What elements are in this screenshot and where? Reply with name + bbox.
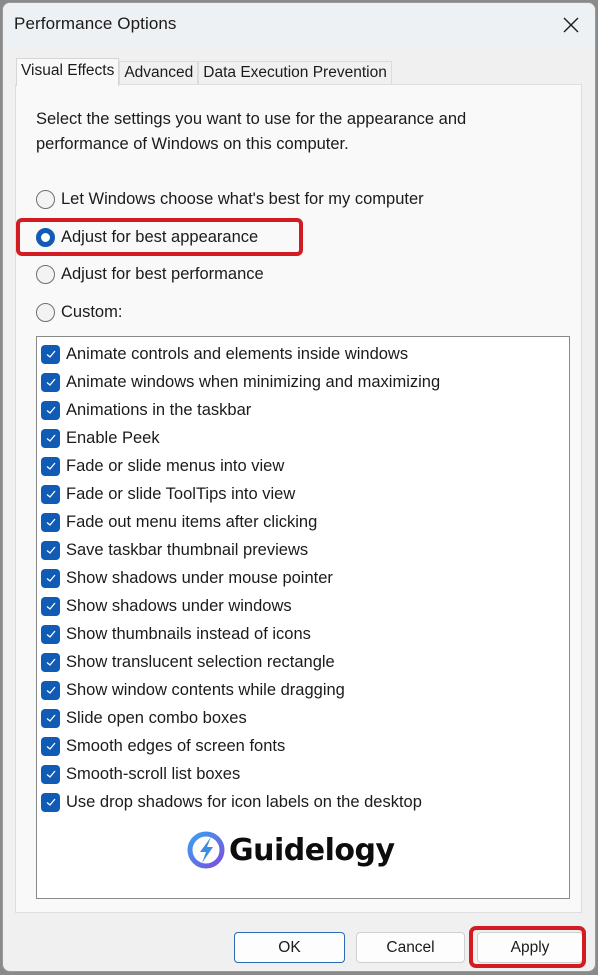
setting-label: Save taskbar thumbnail previews <box>66 540 309 559</box>
setting-label: Fade or slide ToolTips into view <box>66 484 296 503</box>
setting-label: Animate windows when minimizing and maxi… <box>66 372 441 391</box>
setting-label: Show thumbnails instead of icons <box>66 624 311 643</box>
checkbox[interactable] <box>41 624 60 644</box>
checkmark-icon <box>46 518 55 526</box>
setting-label: Show shadows under mouse pointer <box>66 568 333 587</box>
tab-strip: Visual Effects Advanced Data Execution P… <box>16 58 392 86</box>
radio-label: Let Windows choose what's best for my co… <box>61 189 424 208</box>
setting-label: Show window contents while dragging <box>66 680 345 699</box>
ok-button[interactable]: OK <box>234 932 345 963</box>
setting-checkbox-row[interactable]: Use drop shadows for icon labels on the … <box>41 788 569 816</box>
setting-label: Show shadows under windows <box>66 596 292 615</box>
checkbox[interactable] <box>41 792 60 812</box>
checkmark-icon <box>46 378 55 386</box>
setting-checkbox-row[interactable]: Enable Peek <box>41 424 569 452</box>
checkmark-icon <box>46 630 55 638</box>
checkmark-icon <box>46 434 55 442</box>
radio-button-selected[interactable] <box>36 227 55 247</box>
checkmark-icon <box>46 686 55 694</box>
setting-checkbox-row[interactable]: Smooth-scroll list boxes <box>41 760 569 788</box>
dialog-title: Performance Options <box>14 14 177 33</box>
checkmark-icon <box>46 714 55 722</box>
setting-checkbox-row[interactable]: Show thumbnails instead of icons <box>41 620 569 648</box>
setting-checkbox-row[interactable]: Show translucent selection rectangle <box>41 648 569 676</box>
checkmark-icon <box>46 350 55 358</box>
setting-label: Smooth edges of screen fonts <box>66 736 286 755</box>
setting-checkbox-row[interactable]: Fade or slide menus into view <box>41 452 569 480</box>
checkmark-icon <box>46 770 55 778</box>
setting-checkbox-row[interactable]: Save taskbar thumbnail previews <box>41 536 569 564</box>
checkbox[interactable] <box>41 568 60 588</box>
setting-checkbox-row[interactable]: Fade or slide ToolTips into view <box>41 480 569 508</box>
checkbox[interactable] <box>41 652 60 672</box>
close-button[interactable] <box>555 9 587 41</box>
checkmark-icon <box>46 546 55 554</box>
setting-checkbox-row[interactable]: Show shadows under mouse pointer <box>41 564 569 592</box>
radio-best-performance[interactable]: Adjust for best performance <box>36 261 264 287</box>
checkbox[interactable] <box>41 764 60 784</box>
checkbox[interactable] <box>41 680 60 700</box>
checkbox[interactable] <box>41 428 60 448</box>
radio-label: Custom: <box>61 302 123 321</box>
close-icon <box>563 17 579 33</box>
setting-checkbox-row[interactable]: Show window contents while dragging <box>41 676 569 704</box>
checkbox[interactable] <box>41 708 60 728</box>
setting-label: Show translucent selection rectangle <box>66 652 335 671</box>
setting-label: Fade or slide menus into view <box>66 456 285 475</box>
setting-checkbox-row[interactable]: Smooth edges of screen fonts <box>41 732 569 760</box>
setting-label: Use drop shadows for icon labels on the … <box>66 792 422 811</box>
checkmark-icon <box>46 574 55 582</box>
checkmark-icon <box>46 462 55 470</box>
checkmark-icon <box>46 658 55 666</box>
description-text: Select the settings you want to use for … <box>36 110 467 153</box>
radio-button[interactable] <box>36 264 55 284</box>
performance-options-dialog: Performance Options Visual Effects Advan… <box>2 2 596 972</box>
title-bar: Performance Options <box>3 3 595 48</box>
tab-visual-effects[interactable]: Visual Effects <box>16 58 120 86</box>
setting-label: Smooth-scroll list boxes <box>66 764 241 783</box>
checkbox[interactable] <box>41 372 60 392</box>
setting-label: Enable Peek <box>66 428 160 447</box>
tab-data-execution-prevention[interactable]: Data Execution Prevention <box>198 61 392 86</box>
setting-label: Slide open combo boxes <box>66 708 247 727</box>
checkbox[interactable] <box>41 400 60 420</box>
setting-checkbox-row[interactable]: Show shadows under windows <box>41 592 569 620</box>
checkmark-icon <box>46 742 55 750</box>
visual-effects-panel: Select the settings you want to use for … <box>15 84 582 913</box>
tab-advanced[interactable]: Advanced <box>119 61 199 86</box>
watermark-logo: Guidelogy <box>187 831 395 869</box>
checkbox[interactable] <box>41 540 60 560</box>
setting-checkbox-row[interactable]: Animate windows when minimizing and maxi… <box>41 368 569 396</box>
apply-button[interactable]: Apply <box>477 932 583 963</box>
checkbox[interactable] <box>41 512 60 532</box>
checkbox[interactable] <box>41 456 60 476</box>
checkbox[interactable] <box>41 596 60 616</box>
watermark-text: Guidelogy <box>229 832 395 868</box>
radio-custom[interactable]: Custom: <box>36 299 122 325</box>
radio-label: Adjust for best appearance <box>61 227 259 246</box>
radio-best-appearance[interactable]: Adjust for best appearance <box>36 224 258 250</box>
settings-items: Animate controls and elements inside win… <box>41 340 569 816</box>
setting-checkbox-row[interactable]: Animations in the taskbar <box>41 396 569 424</box>
checkbox[interactable] <box>41 344 60 364</box>
checkmark-icon <box>46 490 55 498</box>
setting-checkbox-row[interactable]: Animate controls and elements inside win… <box>41 340 569 368</box>
checkmark-icon <box>46 602 55 610</box>
setting-label: Animate controls and elements inside win… <box>66 344 409 363</box>
setting-checkbox-row[interactable]: Slide open combo boxes <box>41 704 569 732</box>
radio-let-windows-choose[interactable]: Let Windows choose what's best for my co… <box>36 186 424 212</box>
checkmark-icon <box>46 406 55 414</box>
visual-effects-settings-list[interactable]: Animate controls and elements inside win… <box>36 336 570 899</box>
setting-checkbox-row[interactable]: Fade out menu items after clicking <box>41 508 569 536</box>
checkbox[interactable] <box>41 736 60 756</box>
radio-button[interactable] <box>36 189 55 209</box>
setting-label: Animations in the taskbar <box>66 400 252 419</box>
setting-label: Fade out menu items after clicking <box>66 512 318 531</box>
radio-button[interactable] <box>36 302 55 322</box>
checkmark-icon <box>46 798 55 806</box>
checkbox[interactable] <box>41 484 60 504</box>
cancel-button[interactable]: Cancel <box>356 932 465 963</box>
radio-label: Adjust for best performance <box>61 264 264 283</box>
lightning-bolt-logo-icon <box>187 831 225 869</box>
